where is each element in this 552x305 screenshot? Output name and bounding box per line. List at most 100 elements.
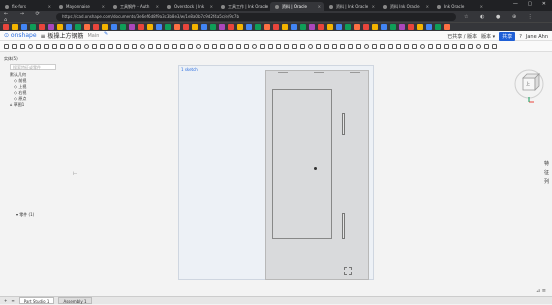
toolbar-tool-icon[interactable] xyxy=(76,43,81,49)
toolbar-tool-icon[interactable] xyxy=(12,43,17,49)
help-icon[interactable]: ? xyxy=(519,34,522,40)
browser-tab[interactable]: 资料 Ink Oracle × xyxy=(378,2,432,11)
toolbar-tool-icon[interactable] xyxy=(428,43,433,49)
share-status[interactable]: 已共享 / 版本 xyxy=(447,33,477,40)
toolbar-tool-icon[interactable] xyxy=(116,43,121,49)
document-branch[interactable]: Main xyxy=(87,33,99,39)
tab-menu-icon[interactable]: ≡ xyxy=(11,298,14,303)
bookmark-icon[interactable] xyxy=(84,24,90,30)
toolbar-tool-icon[interactable] xyxy=(412,43,417,49)
toolbar-tool-icon[interactable] xyxy=(380,43,385,49)
bookmark-icon[interactable] xyxy=(57,24,63,30)
toolbar-tool-icon[interactable] xyxy=(388,43,393,49)
toolbar-tool-icon[interactable] xyxy=(324,43,329,49)
toolbar-tool-icon[interactable] xyxy=(444,43,449,49)
bookmark-icon[interactable] xyxy=(237,24,243,30)
url-input[interactable]: https://cad.onshape.com/documents/3e6ef6… xyxy=(56,12,456,21)
feature-tree-item[interactable]: ⌂ 草图1 xyxy=(4,102,76,108)
bookmark-icon[interactable] xyxy=(192,24,198,30)
tab-close-icon[interactable]: × xyxy=(372,2,375,11)
tab-close-icon[interactable]: × xyxy=(318,2,321,11)
part-sheet[interactable] xyxy=(265,70,369,280)
panel-resize-handle[interactable]: ⊢ xyxy=(73,171,77,177)
window-controls[interactable]: — ▢ ✕ xyxy=(513,1,550,7)
toolbar-tool-icon[interactable] xyxy=(236,43,241,49)
toolbar-tool-icon[interactable] xyxy=(68,43,73,49)
bookmark-icon[interactable] xyxy=(30,24,36,30)
browser-nav-icons[interactable]: ← → ⟳ ⌂ xyxy=(0,11,56,23)
toolbar-tool-icon[interactable] xyxy=(348,43,353,49)
toolbar-tool-icon[interactable] xyxy=(172,43,177,49)
right-panel-item[interactable]: 征 xyxy=(544,169,549,178)
toolbar-tool-icon[interactable] xyxy=(124,43,129,49)
browser-tab[interactable]: 资料 | Ink Oracle × xyxy=(324,2,378,11)
share-button[interactable]: 共享 xyxy=(499,32,516,41)
toolbar-tool-icon[interactable] xyxy=(484,43,489,49)
slot-lower[interactable] xyxy=(342,213,345,239)
bookmark-icon[interactable] xyxy=(228,24,234,30)
bookmark-icon[interactable] xyxy=(255,24,261,30)
tab-assembly[interactable]: Assembly 1 xyxy=(58,297,92,304)
right-panel-item[interactable]: 列 xyxy=(544,178,549,187)
bookmark-icon[interactable] xyxy=(102,24,108,30)
toolbar-tool-icon[interactable] xyxy=(148,43,153,49)
toolbar-tool-icon[interactable] xyxy=(92,43,97,49)
bookmark-icon[interactable] xyxy=(246,24,252,30)
bookmark-icon[interactable] xyxy=(435,24,441,30)
bookmark-icon[interactable] xyxy=(129,24,135,30)
versions-menu[interactable]: 版本 ▾ xyxy=(481,33,495,40)
extension-icons[interactable]: ☆ ◐ ● ⊕ ⋮ xyxy=(464,14,538,20)
bookmark-icon[interactable] xyxy=(156,24,162,30)
toolbar-tool-icon[interactable] xyxy=(196,43,201,49)
toolbar-tool-icon[interactable] xyxy=(468,43,473,49)
bookmark-icon[interactable] xyxy=(309,24,315,30)
toolbar-tool-icon[interactable] xyxy=(100,43,105,49)
tab-part-studio[interactable]: Part Studio 1 xyxy=(18,297,55,304)
toolbar-tool-icon[interactable] xyxy=(356,43,361,49)
toolbar-tool-icon[interactable] xyxy=(156,43,161,49)
bookmark-icon[interactable] xyxy=(327,24,333,30)
tab-close-icon[interactable]: × xyxy=(156,2,159,11)
toolbar-tool-icon[interactable] xyxy=(476,43,481,49)
bookmark-icon[interactable] xyxy=(318,24,324,30)
toolbar-tool-icon[interactable] xyxy=(28,43,33,49)
toolbar-tool-icon[interactable] xyxy=(268,43,273,49)
bookmark-icon[interactable] xyxy=(66,24,72,30)
bookmark-icon[interactable] xyxy=(363,24,369,30)
browser-tab[interactable]: 工具钢件 - Auth × xyxy=(108,2,162,11)
toolbar-tool-icon[interactable] xyxy=(404,43,409,49)
toolbar-tool-icon[interactable] xyxy=(4,43,9,49)
toolbar-tool-icon[interactable] xyxy=(60,43,65,49)
toolbar-tool-icon[interactable] xyxy=(372,43,377,49)
bookmark-icon[interactable] xyxy=(39,24,45,30)
toolbar-tool-icon[interactable] xyxy=(44,43,49,49)
document-title[interactable]: ≡ 板操上方钢筋 xyxy=(41,31,84,40)
toolbar-tool-icon[interactable] xyxy=(36,43,41,49)
browser-tab[interactable]: Mayonnaise × xyxy=(54,2,108,11)
browser-tab[interactable]: Ink Oracle × xyxy=(432,2,486,11)
toolbar-tool-icon[interactable] xyxy=(244,43,249,49)
feature-filter[interactable]: 实体(5) xyxy=(4,56,76,62)
toolbar-tool-icon[interactable] xyxy=(276,43,281,49)
toolbar-tool-icon[interactable] xyxy=(436,43,441,49)
bookmark-icon[interactable] xyxy=(291,24,297,30)
toolbar-tool-icon[interactable] xyxy=(396,43,401,49)
bookmark-icon[interactable] xyxy=(408,24,414,30)
bookmark-icon[interactable] xyxy=(111,24,117,30)
bookmark-icon[interactable] xyxy=(147,24,153,30)
bookmark-icon[interactable] xyxy=(48,24,54,30)
toolbar-tool-icon[interactable] xyxy=(228,43,233,49)
bookmark-icon[interactable] xyxy=(264,24,270,30)
bottom-right-controls[interactable]: ⊿ ≡ xyxy=(536,288,546,294)
bookmark-icon[interactable] xyxy=(183,24,189,30)
toolbar-tool-icon[interactable] xyxy=(364,43,369,49)
bookmark-icon[interactable] xyxy=(75,24,81,30)
toolbar-tool-icon[interactable] xyxy=(420,43,425,49)
tab-close-icon[interactable]: × xyxy=(102,2,105,11)
toolbar-tool-icon[interactable] xyxy=(308,43,313,49)
bookmark-icon[interactable] xyxy=(390,24,396,30)
right-panel-item[interactable]: 特 xyxy=(544,160,549,169)
bookmark-icon[interactable] xyxy=(138,24,144,30)
bookmark-icon[interactable] xyxy=(174,24,180,30)
bookmark-icon[interactable] xyxy=(417,24,423,30)
